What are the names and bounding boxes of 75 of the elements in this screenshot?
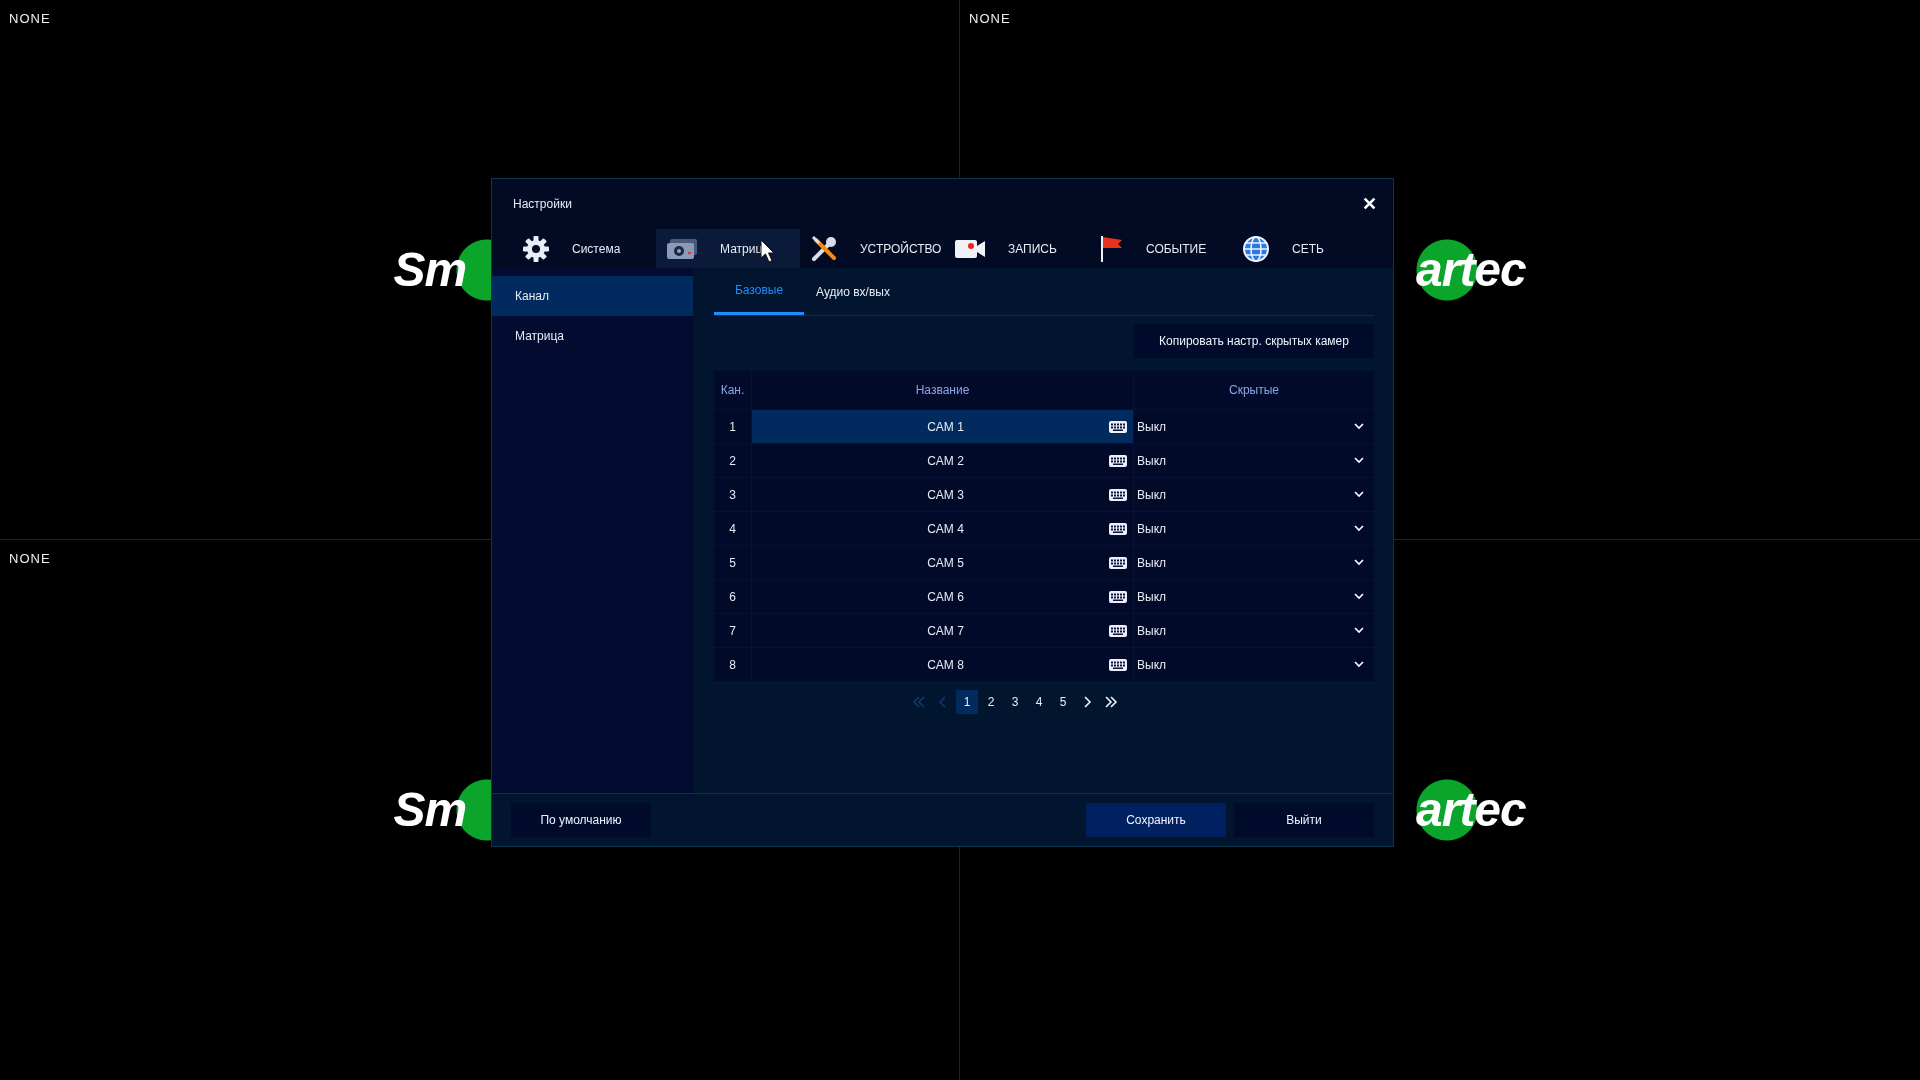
name-field[interactable]: CAM 2 — [752, 444, 1133, 477]
hidden-dropdown[interactable]: Выкл — [1134, 614, 1374, 647]
keyboard-icon[interactable] — [1109, 590, 1127, 603]
name-field[interactable]: CAM 7 — [752, 614, 1133, 647]
flag-icon — [1098, 234, 1124, 263]
default-button[interactable]: По умолчанию — [511, 803, 651, 837]
chevron-down-icon — [1354, 457, 1364, 464]
channel-label: NONE — [9, 11, 51, 26]
table-cell: 6 — [714, 580, 751, 613]
table-cell: 4 — [714, 512, 751, 545]
table-cell: 7 — [714, 614, 751, 647]
sub-tab[interactable]: Аудио вх/вых — [808, 268, 898, 315]
hidden-dropdown[interactable]: Выкл — [1134, 444, 1374, 477]
close-button[interactable]: ✕ — [1358, 193, 1381, 215]
chevron-down-icon — [1354, 627, 1364, 634]
name-field[interactable]: CAM 4 — [752, 512, 1133, 545]
column-header: Кан. — [714, 371, 751, 409]
keyboard-icon[interactable] — [1109, 420, 1127, 433]
projector-icon — [666, 236, 698, 261]
table-cell: 3 — [714, 478, 751, 511]
column-header: Скрытые — [1134, 371, 1374, 409]
menu-tab[interactable]: УСТРОЙСТВО — [800, 229, 944, 268]
hidden-dropdown[interactable]: Выкл — [1134, 512, 1374, 545]
chevron-down-icon — [1354, 491, 1364, 498]
chevron-down-icon — [1354, 661, 1364, 668]
last-page-icon[interactable] — [1104, 695, 1118, 709]
table-cell: 8 — [714, 648, 751, 681]
keyboard-icon[interactable] — [1109, 522, 1127, 535]
keyboard-icon[interactable] — [1109, 658, 1127, 671]
sub-tab[interactable]: Базовые — [714, 268, 804, 315]
page-link[interactable]: 4 — [1028, 690, 1050, 714]
name-field[interactable]: CAM 8 — [752, 648, 1133, 681]
name-field[interactable]: CAM 1 — [752, 410, 1133, 443]
keyboard-icon[interactable] — [1109, 454, 1127, 467]
column-header: Название — [752, 371, 1133, 409]
exit-button[interactable]: Выйти — [1234, 803, 1374, 837]
chevron-down-icon — [1354, 593, 1364, 600]
gear-icon — [522, 234, 550, 263]
hidden-dropdown[interactable]: Выкл — [1134, 546, 1374, 579]
page-link[interactable]: 2 — [980, 690, 1002, 714]
menu-tab[interactable]: СЕТЬ — [1232, 229, 1376, 268]
menu-tab[interactable]: Система — [512, 229, 656, 268]
sidebar-item[interactable]: Матрица — [492, 316, 693, 356]
table-cell: 5 — [714, 546, 751, 579]
mouse-pointer-icon — [760, 239, 776, 263]
keyboard-icon[interactable] — [1109, 624, 1127, 637]
table-cell: 2 — [714, 444, 751, 477]
chevron-down-icon — [1354, 423, 1364, 430]
keyboard-icon[interactable] — [1109, 488, 1127, 501]
sidebar-item[interactable]: Канал — [492, 276, 693, 316]
copy-settings-button[interactable]: Копировать настр. скрытых камер — [1134, 324, 1374, 358]
name-field[interactable]: CAM 6 — [752, 580, 1133, 613]
channel-label: NONE — [9, 551, 51, 566]
page-link[interactable]: 3 — [1004, 690, 1026, 714]
menu-tab[interactable]: СОБЫТИЕ — [1088, 229, 1232, 268]
hidden-dropdown[interactable]: Выкл — [1134, 580, 1374, 613]
hidden-dropdown[interactable]: Выкл — [1134, 410, 1374, 443]
video-camera-icon — [954, 237, 986, 260]
window-title: Настройки — [513, 197, 572, 211]
page-link[interactable]: 1 — [956, 690, 978, 714]
menu-tab[interactable]: Матриц — [656, 229, 800, 268]
globe-icon — [1242, 234, 1270, 263]
page-link[interactable]: 5 — [1052, 690, 1074, 714]
channel-label: NONE — [969, 11, 1011, 26]
chevron-down-icon — [1354, 559, 1364, 566]
tools-icon — [810, 234, 838, 263]
hidden-dropdown[interactable]: Выкл — [1134, 648, 1374, 681]
keyboard-icon[interactable] — [1109, 556, 1127, 569]
chevron-down-icon — [1354, 525, 1364, 532]
menu-tab[interactable]: ЗАПИСЬ — [944, 229, 1088, 268]
table-cell: 1 — [714, 410, 751, 443]
name-field[interactable]: CAM 3 — [752, 478, 1133, 511]
save-button[interactable]: Сохранить — [1086, 803, 1226, 837]
hidden-dropdown[interactable]: Выкл — [1134, 478, 1374, 511]
name-field[interactable]: CAM 5 — [752, 546, 1133, 579]
